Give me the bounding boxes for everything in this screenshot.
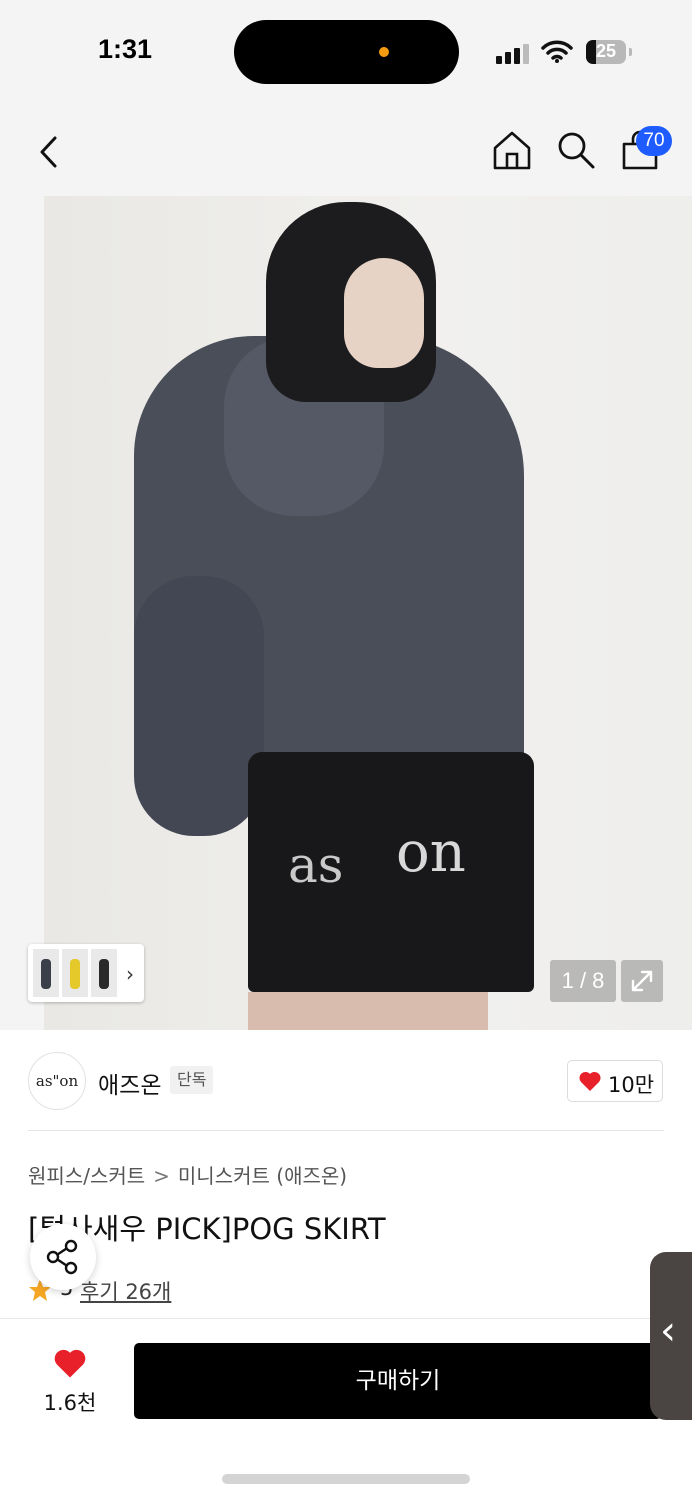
thumbnail-2[interactable] (62, 949, 88, 997)
cart-count-badge: 70 (636, 126, 672, 156)
buy-button[interactable]: 구매하기 (134, 1343, 662, 1419)
wishlist-count: 1.6천 (43, 1391, 97, 1415)
thumbnail-3[interactable] (91, 949, 117, 997)
photo-face (344, 258, 424, 368)
status-time: 1:31 (98, 34, 153, 64)
thumbnail-strip[interactable]: › (28, 944, 144, 1002)
home-indicator[interactable] (222, 1474, 470, 1484)
photo-legs (248, 992, 488, 1030)
heart-icon (579, 1071, 601, 1091)
breadcrumb-subcategory[interactable]: 미니스커트 (애즈온) (178, 1164, 347, 1188)
brand-row: as"on 애즈온 단독 10만 (0, 1030, 692, 1130)
privacy-indicator-dot (379, 47, 389, 57)
expand-icon[interactable] (621, 960, 663, 1002)
signal-icon (496, 44, 532, 64)
brand-name[interactable]: 애즈온 (98, 1066, 161, 1100)
exclusive-tag: 단독 (170, 1066, 214, 1094)
category-breadcrumb: 원피스/스커트 > 미니스커트 (애즈온) (28, 1160, 347, 1189)
brand-like-count: 10만 (608, 1073, 655, 1097)
gallery-margin (0, 196, 44, 1030)
skirt-logo-text-left: as (288, 836, 344, 894)
wifi-icon (541, 40, 573, 63)
divider (28, 1130, 664, 1131)
search-icon[interactable] (554, 128, 598, 172)
thumbnail-1[interactable] (33, 949, 59, 997)
home-icon[interactable] (490, 128, 534, 172)
skirt-logo-text-right: on (396, 820, 466, 885)
product-image-gallery[interactable]: as on (0, 196, 692, 1030)
chevron-right-icon[interactable]: › (126, 962, 134, 986)
battery-icon: 25 (586, 40, 626, 64)
image-page-indicator: 1 / 8 (550, 960, 616, 1002)
brand-like-button[interactable]: 10만 (567, 1060, 663, 1102)
reviews-link[interactable]: 후기 26개 (80, 1276, 171, 1306)
wishlist-heart-icon[interactable] (52, 1347, 88, 1379)
breadcrumb-separator: > (153, 1164, 170, 1188)
photo-sleeve (134, 576, 264, 836)
breadcrumb-category[interactable]: 원피스/스커트 (28, 1164, 145, 1188)
dynamic-island (234, 20, 459, 84)
back-icon[interactable] (28, 130, 72, 174)
product-photo[interactable]: as on (44, 196, 692, 1030)
chevron-left-icon: ‹ (660, 1308, 676, 1354)
status-bar: 1:31 25 (0, 0, 692, 100)
share-icon[interactable] (30, 1224, 96, 1290)
battery-level: 25 (595, 41, 617, 61)
brand-logo[interactable]: as"on (28, 1052, 86, 1110)
top-navigation-bar (0, 100, 692, 196)
side-panel-tab[interactable]: ‹ (650, 1252, 692, 1420)
battery-tip (629, 48, 632, 56)
